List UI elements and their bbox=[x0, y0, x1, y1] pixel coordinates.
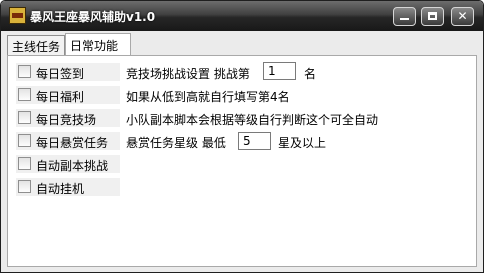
maximize-button[interactable] bbox=[421, 7, 444, 26]
minimize-icon bbox=[400, 18, 409, 20]
checkbox-label: 每日签到 bbox=[36, 67, 85, 81]
checkbox-label: 每日悬赏任务 bbox=[36, 136, 109, 150]
close-icon: ✕ bbox=[457, 9, 468, 23]
checkbox-label: 每日福利 bbox=[36, 90, 85, 104]
app-logo-icon bbox=[9, 7, 26, 24]
checkbox-box[interactable] bbox=[18, 88, 31, 101]
arena-hint: 小队副本脚本会根据等级自行判断这个可全自动 bbox=[126, 113, 379, 127]
maximize-icon bbox=[428, 12, 437, 20]
checkbox-auto-idle[interactable]: 自动挂机 bbox=[16, 178, 120, 196]
checkbox-daily-bounty[interactable]: 每日悬赏任务 bbox=[16, 132, 120, 150]
bounty-star-input[interactable] bbox=[238, 132, 271, 150]
checkbox-label: 自动副本挑战 bbox=[36, 159, 109, 173]
title-bar[interactable]: 暴风王座暴风辅助v1.0 ✕ bbox=[1, 1, 483, 31]
checkbox-daily-signin[interactable]: 每日签到 bbox=[16, 63, 120, 81]
checkbox-daily-welfare[interactable]: 每日福利 bbox=[16, 86, 120, 104]
checkbox-box[interactable] bbox=[18, 157, 31, 170]
arena-rank-input[interactable] bbox=[263, 62, 296, 80]
minimize-button[interactable] bbox=[393, 7, 416, 26]
close-button[interactable]: ✕ bbox=[451, 7, 474, 26]
checkbox-box[interactable] bbox=[18, 65, 31, 78]
app-window: 暴风王座暴风辅助v1.0 ✕ 主线任务 日常功能 每日签到 每日福利 每日竞技场 bbox=[0, 0, 484, 273]
checkbox-daily-arena[interactable]: 每日竞技场 bbox=[16, 109, 120, 127]
tab-main-quest[interactable]: 主线任务 bbox=[7, 35, 65, 55]
checkbox-label: 自动挂机 bbox=[36, 182, 85, 196]
checkbox-auto-dungeon[interactable]: 自动副本挑战 bbox=[16, 155, 120, 173]
checkbox-box[interactable] bbox=[18, 134, 31, 147]
checkbox-box[interactable] bbox=[18, 111, 31, 124]
window-title: 暴风王座暴风辅助v1.0 bbox=[30, 10, 156, 24]
checkbox-label: 每日竞技场 bbox=[36, 113, 97, 127]
tab-daily-functions[interactable]: 日常功能 bbox=[65, 33, 131, 57]
welfare-hint: 如果从低到高就自行填写第4名 bbox=[126, 90, 290, 104]
bounty-star-suffix: 星及以上 bbox=[278, 136, 327, 150]
arena-rank-suffix: 名 bbox=[304, 67, 317, 81]
arena-setting-label: 竞技场挑战设置 挑战第 bbox=[126, 67, 250, 81]
bounty-star-label: 悬赏任务星级 最低 bbox=[126, 136, 226, 150]
checkbox-box[interactable] bbox=[18, 180, 31, 193]
daily-functions-panel: 每日签到 每日福利 每日竞技场 每日悬赏任务 自动副本挑战 自动挂机 竞技场挑战… bbox=[7, 55, 477, 267]
